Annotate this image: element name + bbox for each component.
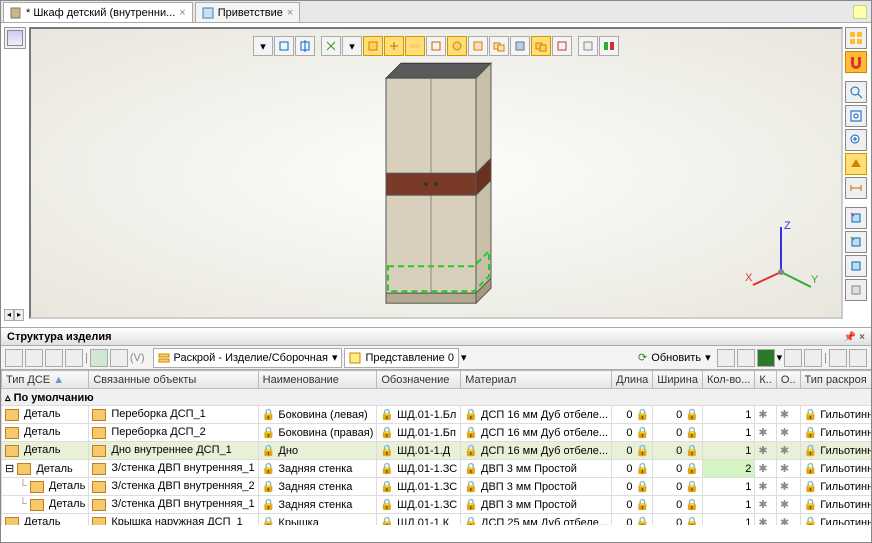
vt-btn[interactable] [295, 36, 315, 56]
tab-label: * Шкаф детский (внутренни... [26, 7, 175, 19]
vt-btn[interactable] [321, 36, 341, 56]
tab-welcome[interactable]: Приветствие × [195, 2, 301, 22]
st-btn[interactable] [65, 349, 83, 367]
st-btn[interactable] [90, 349, 108, 367]
axes-gizmo[interactable]: Z Y X [741, 217, 821, 297]
col-code[interactable]: Обозначение [377, 371, 461, 389]
col-qty[interactable]: Кол-во... [702, 371, 754, 389]
col-k[interactable]: К.. [755, 371, 777, 389]
table-row[interactable]: Деталь Переборка ДСП_1🔒 Боковина (левая)… [2, 406, 872, 424]
scroll-left-icon[interactable]: ◂ [4, 309, 14, 321]
table-row[interactable]: Деталь Крышка наружная ДСП_1🔒 Крышка🔒 ШД… [2, 514, 872, 526]
table-row[interactable]: └ Деталь З/стенка ДВП внутренняя_2🔒 Задн… [2, 478, 872, 496]
rt-zoomwin-icon[interactable] [845, 129, 867, 151]
group-row[interactable]: ▵ По умолчанию [2, 389, 872, 406]
col-len[interactable]: Длина [612, 371, 653, 389]
vt-btn[interactable] [274, 36, 294, 56]
col-name[interactable]: Наименование [258, 371, 377, 389]
rt-cube1-icon[interactable] [845, 207, 867, 229]
view-label: Представление 0 [365, 352, 454, 364]
vt-btn[interactable] [578, 36, 598, 56]
col-mat[interactable]: Материал [461, 371, 612, 389]
right-toolbar [845, 27, 869, 303]
st-btn[interactable] [45, 349, 63, 367]
rt-zoomfit-icon[interactable] [845, 105, 867, 127]
rt-zoom-icon[interactable] [845, 81, 867, 103]
rt-cube4-icon[interactable] [845, 279, 867, 301]
st-btn[interactable] [5, 349, 23, 367]
st-btn[interactable] [849, 349, 867, 367]
rt-cube2-icon[interactable] [845, 231, 867, 253]
structure-toolbar: | (V) Раскрой - Изделие/Сборочная ▾ Пред… [1, 346, 871, 370]
vt-btn[interactable] [599, 36, 619, 56]
table-row[interactable]: Деталь Дно внутреннее ДСП_1🔒 Дно🔒 ШД.01-… [2, 442, 872, 460]
tabs-alert-icon[interactable] [853, 5, 867, 19]
close-icon[interactable]: × [179, 7, 185, 19]
table-row[interactable]: Деталь Переборка ДСП_2🔒 Боковина (правая… [2, 424, 872, 442]
close-icon[interactable]: × [287, 7, 293, 19]
panel-title: Структура изделия [7, 331, 112, 343]
viewport-area: ◂ ▸ ▾ ▾ [1, 23, 871, 328]
vt-btn[interactable] [510, 36, 530, 56]
rt-grid-icon[interactable] [845, 27, 867, 49]
svg-text:X: X [745, 272, 753, 284]
structure-grid[interactable]: Тип ДСЕ ▲ Связанные объекты Наименование… [1, 370, 871, 525]
col-type[interactable]: Тип ДСЕ ▲ [2, 371, 89, 389]
st-btn[interactable] [110, 349, 128, 367]
rt-view-icon[interactable] [845, 153, 867, 175]
st-btn[interactable] [784, 349, 802, 367]
st-btn[interactable] [829, 349, 847, 367]
col-wid[interactable]: Ширина [653, 371, 703, 389]
grid-header: Тип ДСЕ ▲ Связанные объекты Наименование… [2, 371, 872, 389]
document-tabs: * Шкаф детский (внутренни... × Приветств… [1, 1, 871, 23]
svg-text:Z: Z [784, 220, 791, 232]
st-btn[interactable] [804, 349, 822, 367]
col-cut[interactable]: Тип раскроя [800, 371, 871, 389]
st-btn[interactable] [25, 349, 43, 367]
st-excel-icon[interactable] [757, 349, 775, 367]
table-row[interactable]: └ Деталь З/стенка ДВП внутренняя_1🔒 Задн… [2, 496, 872, 514]
vt-btn[interactable] [552, 36, 572, 56]
3d-model[interactable] [366, 48, 506, 308]
col-o[interactable]: О.. [776, 371, 800, 389]
pin-icon[interactable]: 📌 × [844, 332, 865, 343]
scroll-nav: ◂ ▸ [4, 309, 24, 321]
st-btn[interactable] [737, 349, 755, 367]
vt-btn[interactable]: ▾ [342, 36, 362, 56]
tab-active[interactable]: * Шкаф детский (внутренни... × [3, 2, 193, 22]
svg-text:Y: Y [811, 274, 819, 286]
st-btn[interactable] [717, 349, 735, 367]
welcome-icon [202, 7, 214, 19]
table-row[interactable]: ⊟ Деталь З/стенка ДВП внутренняя_1🔒 Задн… [2, 460, 872, 478]
tree-toggle-button[interactable] [4, 27, 26, 49]
col-rel[interactable]: Связанные объекты [89, 371, 258, 389]
doc-icon [10, 7, 22, 19]
view-dropdown[interactable]: Представление 0 [344, 348, 459, 368]
raskroy-dropdown[interactable]: Раскрой - Изделие/Сборочная ▾ [153, 348, 343, 368]
rt-dim-icon[interactable] [845, 177, 867, 199]
refresh-button[interactable]: ⟳ Обновить ▾ [634, 348, 715, 368]
tab-label: Приветствие [218, 7, 283, 19]
panel-title-bar: Структура изделия 📌 × [1, 328, 871, 346]
raskroy-label: Раскрой - Изделие/Сборочная [174, 352, 328, 364]
scroll-right-icon[interactable]: ▸ [14, 309, 24, 321]
rt-cube3-icon[interactable] [845, 255, 867, 277]
refresh-label: Обновить [651, 352, 701, 364]
left-toolbar [4, 27, 26, 51]
rt-magnet-icon[interactable] [845, 51, 867, 73]
3d-viewport[interactable]: ▾ ▾ [29, 27, 843, 319]
vt-btn[interactable]: ▾ [253, 36, 273, 56]
vt-btn[interactable] [531, 36, 551, 56]
